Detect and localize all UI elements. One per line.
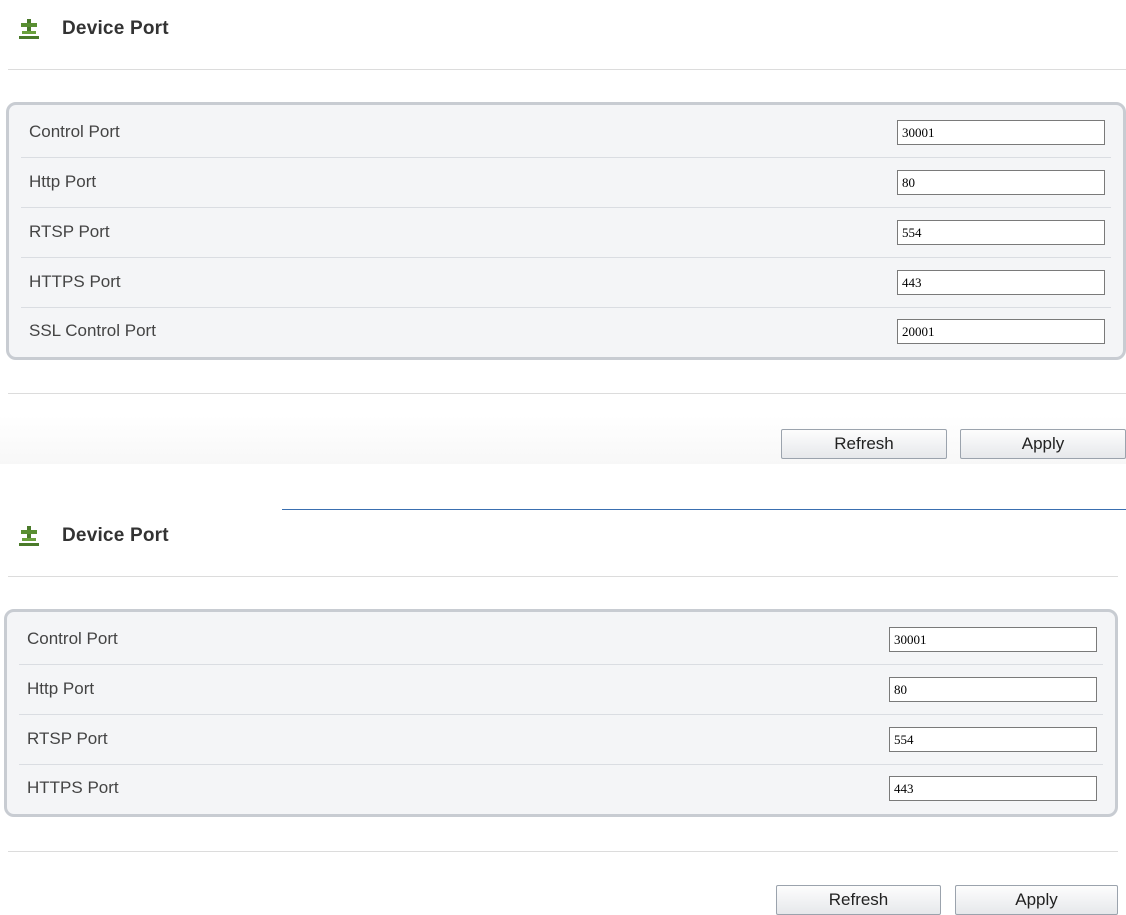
separator-line (282, 509, 1126, 510)
divider (8, 69, 1126, 70)
network-port-icon (19, 19, 39, 39)
control-port-input[interactable] (889, 627, 1097, 652)
field-label: HTTPS Port (27, 778, 119, 797)
divider (8, 393, 1126, 394)
field-label: Http Port (29, 172, 97, 191)
field-label: SSL Control Port (29, 321, 156, 340)
form-row-http-port: Http Port (21, 158, 1111, 208)
field-label: Control Port (29, 122, 120, 141)
port-settings-box: Control Port Http Port RTSP Port HTTPS P… (4, 609, 1118, 817)
field-label: Control Port (27, 629, 118, 648)
apply-button[interactable]: Apply (955, 885, 1118, 915)
page-title: Device Port (62, 18, 169, 39)
divider (8, 851, 1118, 852)
field-label: RTSP Port (29, 222, 110, 241)
page-title-row: Device Port (18, 525, 169, 547)
apply-button[interactable]: Apply (960, 429, 1126, 459)
https-port-input[interactable] (889, 776, 1097, 801)
page-title-row: Device Port (18, 18, 169, 40)
form-row-http-port: Http Port (19, 665, 1103, 715)
refresh-button[interactable]: Refresh (776, 885, 941, 915)
button-bar (0, 416, 1126, 464)
field-label: RTSP Port (27, 729, 108, 748)
field-label: HTTPS Port (29, 272, 121, 291)
http-port-input[interactable] (897, 170, 1105, 195)
field-label: Http Port (27, 679, 95, 698)
form-row-control-port: Control Port (19, 615, 1103, 665)
control-port-input[interactable] (897, 120, 1105, 145)
page-title: Device Port (62, 525, 169, 546)
form-row-ssl-control-port: SSL Control Port (21, 307, 1111, 356)
port-settings-box: Control Port Http Port RTSP Port HTTPS P… (6, 102, 1126, 360)
divider (8, 576, 1118, 577)
form-row-https-port: HTTPS Port (19, 764, 1103, 813)
ssl-control-port-input[interactable] (897, 319, 1105, 344)
refresh-button[interactable]: Refresh (781, 429, 947, 459)
http-port-input[interactable] (889, 677, 1097, 702)
form-row-rtsp-port: RTSP Port (21, 208, 1111, 258)
network-port-icon (19, 526, 39, 546)
rtsp-port-input[interactable] (889, 727, 1097, 752)
form-row-control-port: Control Port (21, 108, 1111, 158)
rtsp-port-input[interactable] (897, 220, 1105, 245)
form-row-rtsp-port: RTSP Port (19, 715, 1103, 765)
https-port-input[interactable] (897, 270, 1105, 295)
form-row-https-port: HTTPS Port (21, 258, 1111, 308)
